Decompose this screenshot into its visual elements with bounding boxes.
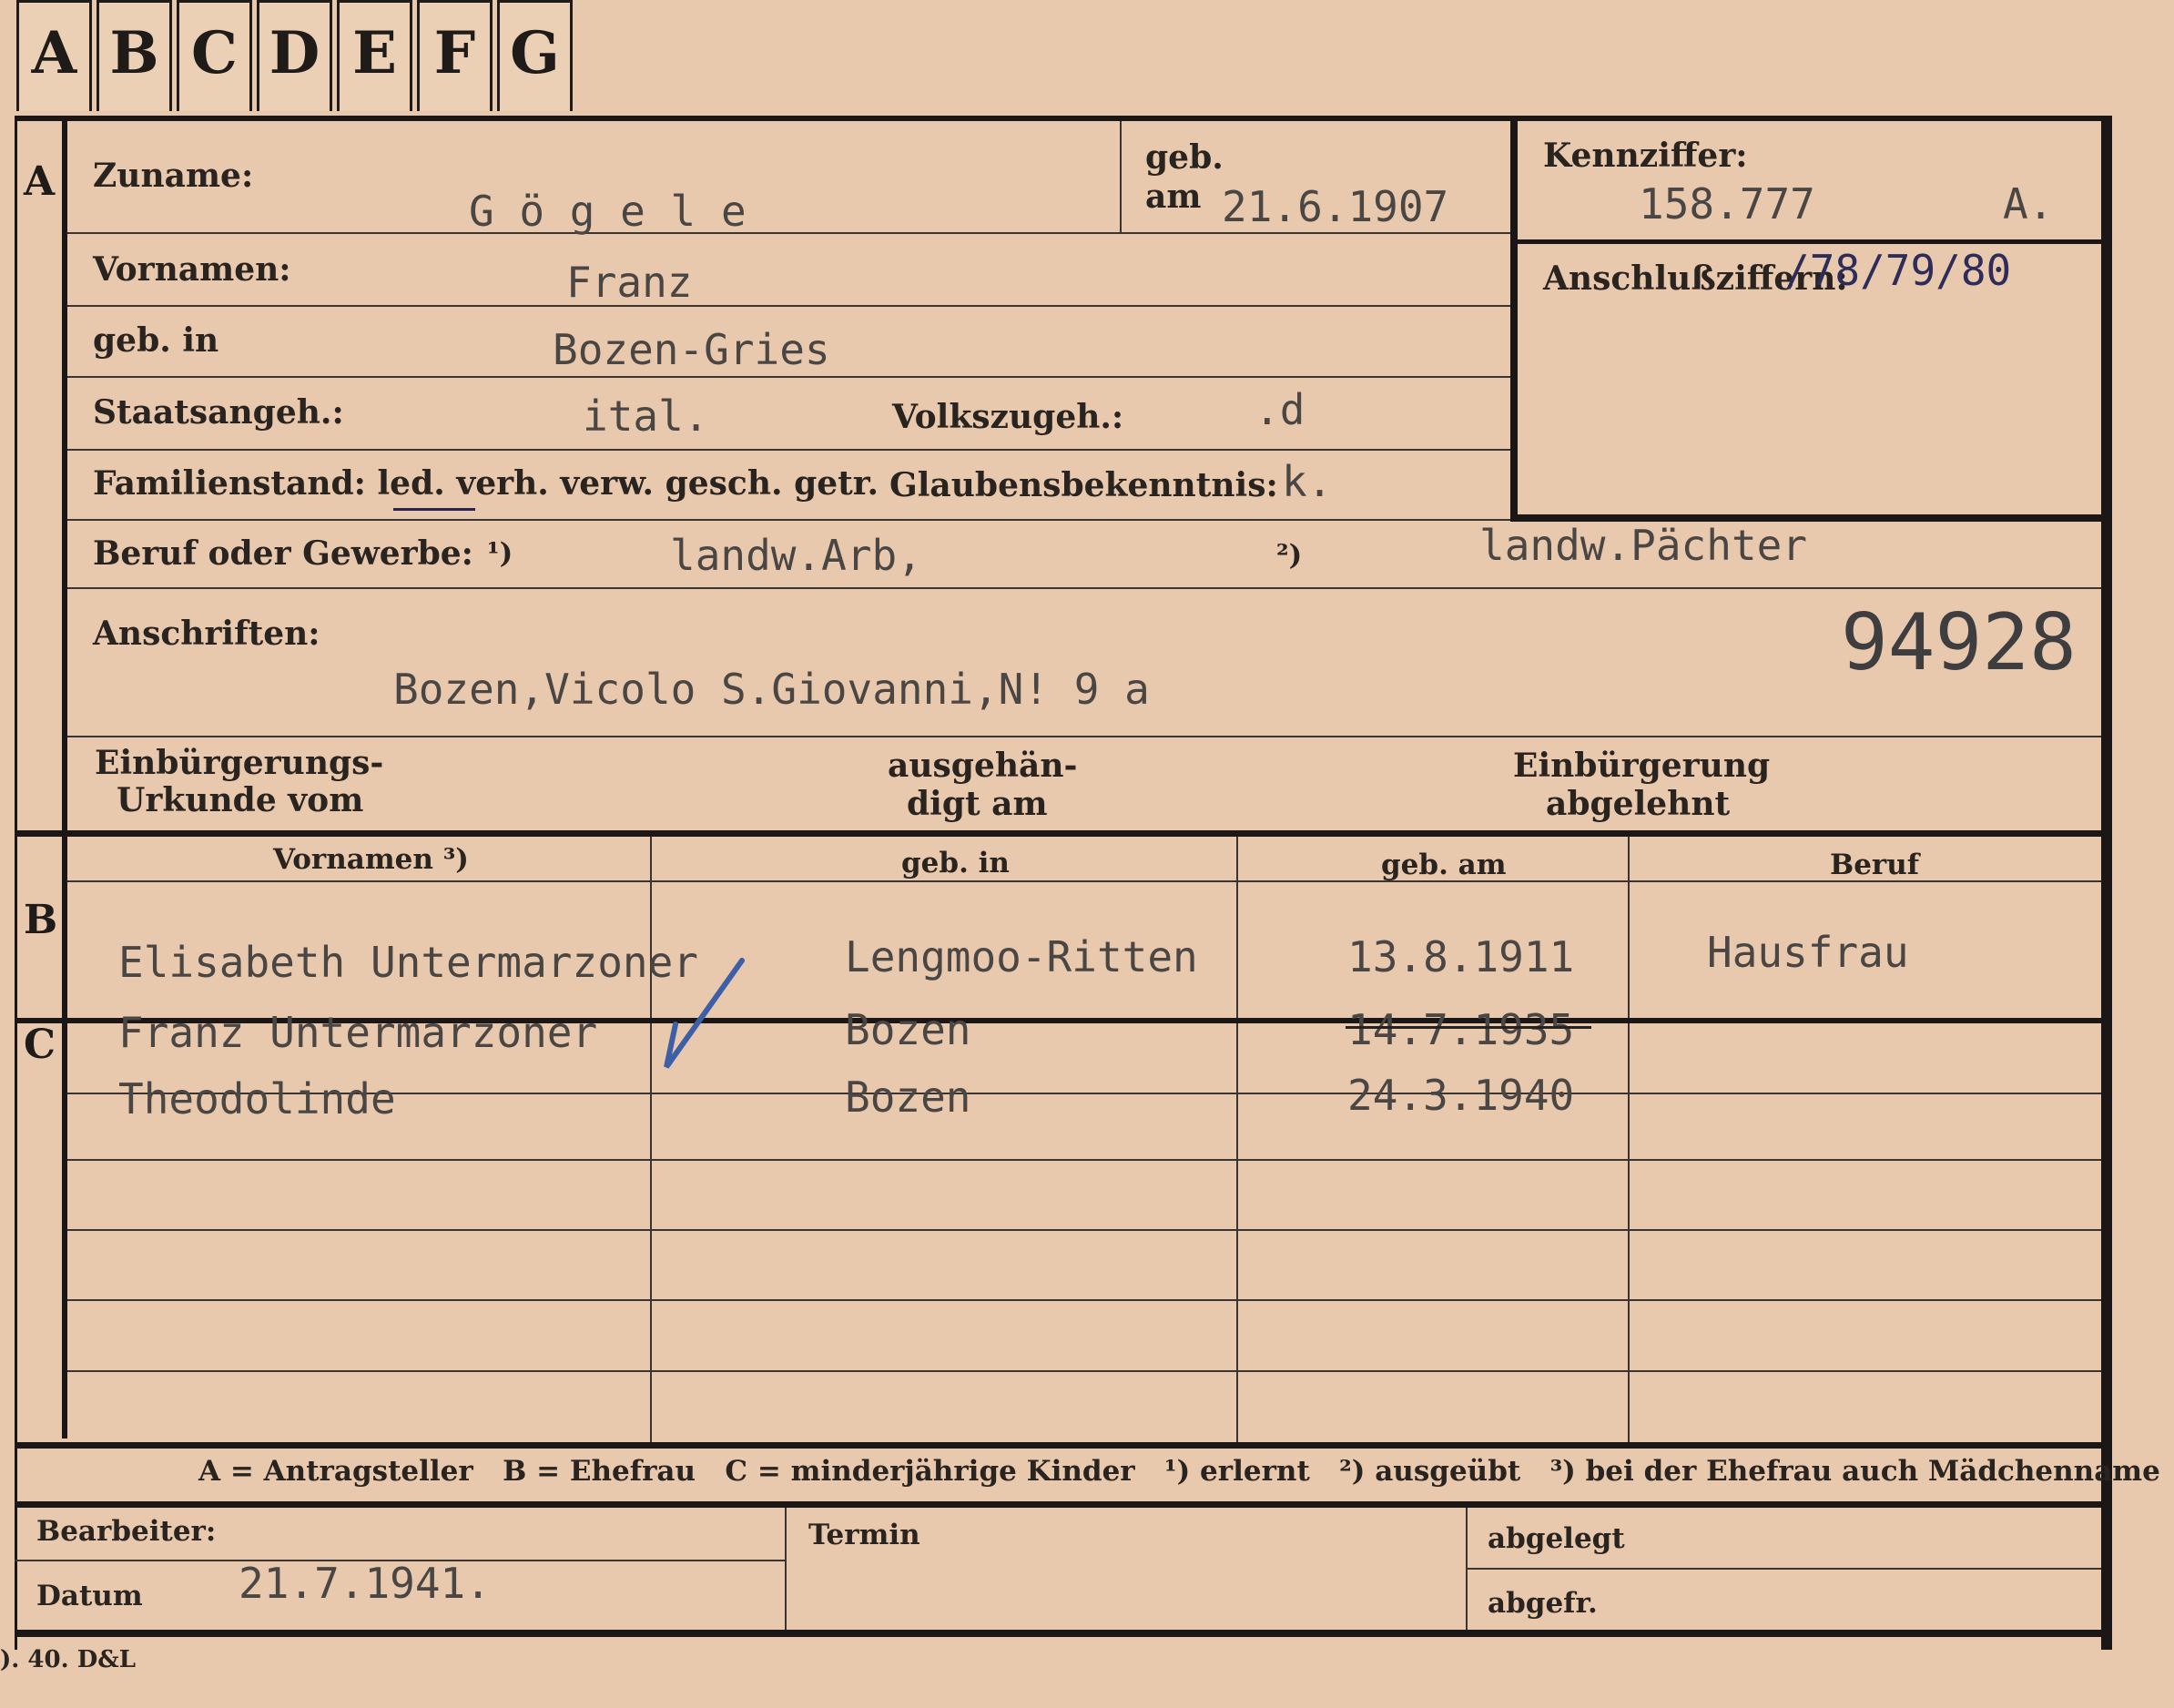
table-row-name: Theodolinde <box>118 1074 396 1123</box>
geb-am-label: am <box>1145 178 1202 216</box>
abgefr-label: abgefr. <box>1488 1587 1598 1620</box>
volkszugehoerigkeit-value: .d <box>1255 385 1305 434</box>
check-mark-icon <box>664 958 745 1069</box>
tab-e: E <box>337 0 412 111</box>
beruf-footnote-2: ²) <box>1276 539 1303 572</box>
geb-in-value: Bozen-Gries <box>553 325 830 374</box>
zuname-value: G ö g e l e <box>469 187 747 236</box>
familienstand-label: Familienstand: led. verh. verw. gesch. g… <box>93 464 879 503</box>
line <box>67 449 1510 451</box>
line <box>1236 837 1238 1442</box>
tab-g: G <box>497 0 573 111</box>
line <box>67 587 2101 589</box>
line <box>67 1229 2101 1231</box>
staatsangehoerigkeit-label: Staatsangeh.: <box>93 393 344 432</box>
glaubensbekenntnis-value: k. <box>1282 457 1333 506</box>
datum-label: Datum <box>36 1580 143 1612</box>
section-c-label: C <box>24 1022 56 1068</box>
stamp-number: 94928 <box>1841 597 2077 688</box>
geb-label: geb. <box>1145 138 1224 177</box>
tab-d: D <box>257 0 332 111</box>
section-column-line <box>62 118 67 1439</box>
datum-value: 21.7.1941. <box>239 1559 491 1608</box>
beruf-ausgeuebt-value: landw.Pächter <box>1479 521 1808 570</box>
einbuergerungsurkunde-label-2: Urkunde vom <box>117 781 364 819</box>
line <box>785 1508 787 1630</box>
table-row-date: 14.7.1935 <box>1347 1005 1575 1054</box>
kennziffer-box-divider <box>1510 239 2101 244</box>
line <box>67 376 1510 378</box>
card-top-border <box>16 116 2112 121</box>
tab-f: F <box>417 0 493 111</box>
line <box>67 880 2101 882</box>
kennziffer-box-left <box>1510 121 1518 522</box>
ausgehaendigt-label-2: digt am <box>907 785 1048 823</box>
anschriften-label: Anschriften: <box>93 615 320 653</box>
strike-through-mark <box>1346 1026 1591 1029</box>
header-beruf: Beruf <box>1830 849 1920 881</box>
index-tabs: A B C D E F G <box>16 0 590 114</box>
beruf-footnote-1: ¹) <box>487 537 513 570</box>
einbuergerung-abgelehnt-label-2: abgelehnt <box>1546 785 1731 823</box>
table-row-place: Bozen <box>845 1073 971 1122</box>
tab-b: B <box>97 0 172 111</box>
table-row-date: 24.3.1940 <box>1347 1071 1575 1120</box>
kennziffer-label: Kennziffer: <box>1543 137 1748 175</box>
volkszugehoerigkeit-label: Volkszugeh.: <box>892 398 1124 436</box>
table-row-place: Bozen <box>845 1005 971 1054</box>
anschrift-value: Bozen,Vicolo S.Giovanni,N! 9 a <box>393 665 1150 714</box>
line <box>67 1299 2101 1301</box>
abgelegt-label: abgelegt <box>1488 1522 1625 1555</box>
header-geb-am: geb. am <box>1381 849 1507 881</box>
line <box>1628 837 1630 1442</box>
vornamen-label: Vornamen: <box>93 250 291 289</box>
termin-label: Termin <box>808 1519 920 1551</box>
legend-text: A = Antragsteller B = Ehefrau C = minder… <box>198 1455 2160 1488</box>
section-b-label: B <box>24 897 58 943</box>
line <box>67 232 1510 234</box>
tab-a: A <box>16 0 92 111</box>
legend-top-border <box>15 1442 2101 1449</box>
line <box>67 736 2101 737</box>
header-vornamen: Vornamen ³) <box>273 843 469 876</box>
line <box>650 837 652 1442</box>
einbuergerung-abgelehnt-label-1: Einbürgerung <box>1513 747 1771 785</box>
staatsangehoerigkeit-value: ital. <box>583 391 709 441</box>
geb-am-value: 21.6.1907 <box>1222 182 1449 231</box>
section-a-label: A <box>24 158 56 205</box>
imprint: ). 40. D&L <box>0 1646 136 1673</box>
table-row-beruf: Hausfrau <box>1707 928 1909 977</box>
anschluss-value: /78/79/80 <box>1784 246 2012 295</box>
table-row-name: Elisabeth Untermarzoner <box>118 938 698 987</box>
ausgehaendigt-label-1: ausgehän- <box>888 747 1078 785</box>
beruf-label: Beruf oder Gewerbe: <box>93 534 473 573</box>
line <box>67 1370 2101 1372</box>
vornamen-value: Franz <box>566 258 693 307</box>
bearbeiter-label: Bearbeiter: <box>36 1515 217 1548</box>
einbuergerungsurkunde-label-1: Einbürgerungs- <box>95 744 384 782</box>
tab-c: C <box>177 0 252 111</box>
glaubensbekenntnis-label: Glaubensbekenntnis: <box>889 466 1278 504</box>
header-geb-in: geb. in <box>901 847 1010 879</box>
card-right-border <box>2101 116 2112 1650</box>
section-ab-divider <box>15 830 2101 837</box>
line <box>67 1159 2101 1161</box>
verh-underline <box>393 508 475 511</box>
line <box>1466 1568 2101 1570</box>
geb-in-label: geb. in <box>93 321 219 360</box>
kennziffer-value: 158.777 <box>1639 179 1815 229</box>
card-bottom-border <box>15 1630 2112 1637</box>
table-row-date: 13.8.1911 <box>1347 932 1575 981</box>
kennziffer-suffix: A. <box>2003 179 2054 229</box>
zuname-label: Zuname: <box>93 157 254 195</box>
beruf-erlernt-value: landw.Arb, <box>670 531 922 580</box>
table-row-place: Lengmoo-Ritten <box>845 932 1198 981</box>
line <box>67 305 1510 307</box>
card-left-edge <box>15 116 17 1650</box>
line <box>1120 121 1122 232</box>
table-row-name: Franz Untermarzoner <box>118 1008 598 1057</box>
legend-bottom-border <box>15 1501 2101 1508</box>
